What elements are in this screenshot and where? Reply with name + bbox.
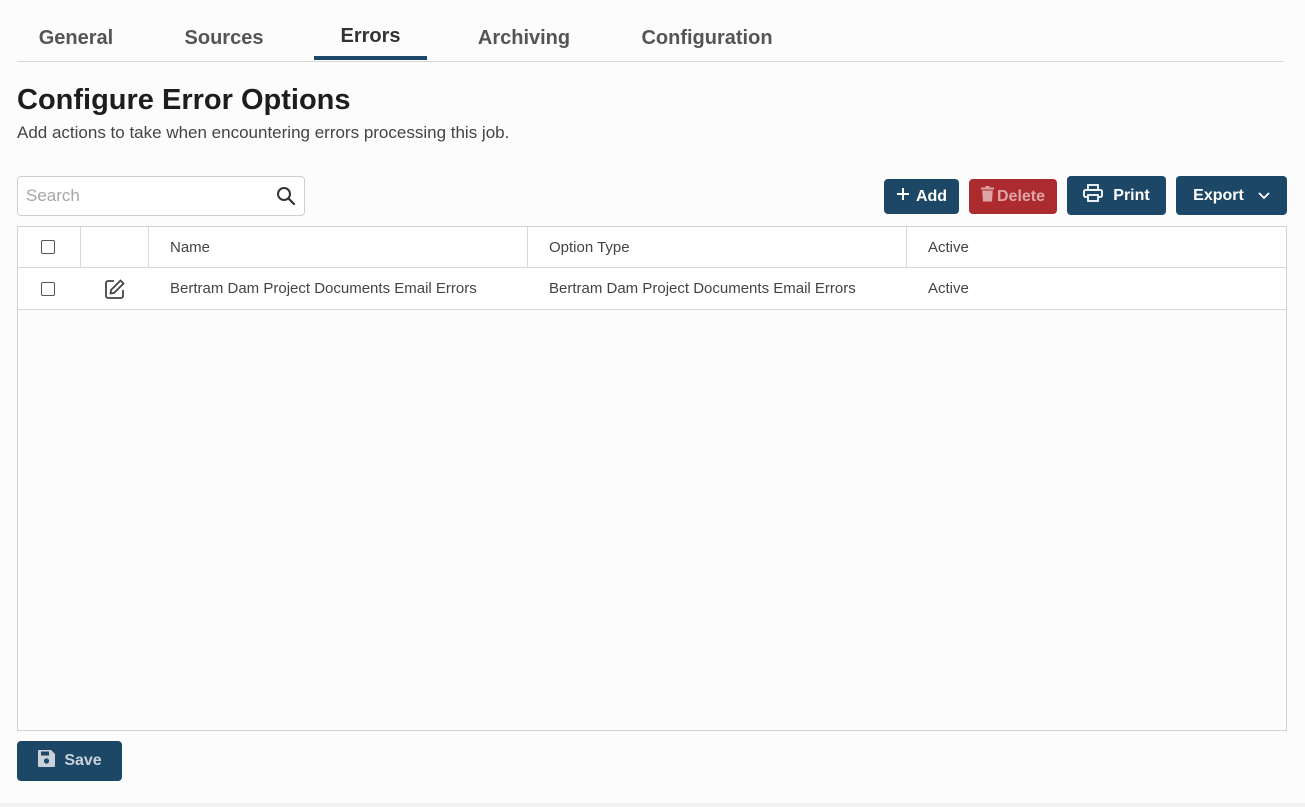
- tab-bar: General Sources Errors Archiving Configu…: [17, 14, 1284, 62]
- export-button[interactable]: Export: [1176, 176, 1287, 215]
- add-button[interactable]: Add: [884, 179, 959, 214]
- tab-configuration[interactable]: Configuration: [639, 24, 775, 61]
- row-checkbox[interactable]: [41, 281, 55, 296]
- error-options-table: Name Option Type Active Bertram Dam Proj…: [17, 226, 1287, 731]
- column-header-option-type[interactable]: Option Type: [549, 227, 630, 267]
- select-all-cell: [41, 227, 55, 267]
- page-title: Configure Error Options: [17, 84, 351, 116]
- export-label: Export: [1193, 186, 1244, 204]
- tab-sources[interactable]: Sources: [183, 24, 265, 61]
- row-active-status: Active: [928, 280, 969, 297]
- chevron-down-icon: [1258, 187, 1270, 205]
- edit-icon[interactable]: [104, 268, 126, 309]
- column-header-name[interactable]: Name: [170, 227, 210, 267]
- tab-errors[interactable]: Errors: [314, 22, 427, 60]
- trash-icon: [980, 186, 994, 207]
- save-label: Save: [64, 752, 102, 769]
- row-name: Bertram Dam Project Documents Email Erro…: [170, 280, 477, 297]
- table-header: Name Option Type Active: [18, 227, 1286, 268]
- save-button[interactable]: Save: [17, 741, 122, 781]
- add-label: Add: [915, 187, 948, 205]
- search-input[interactable]: [18, 177, 258, 215]
- plus-icon: [896, 187, 910, 206]
- page-subtitle: Add actions to take when encountering er…: [17, 123, 510, 142]
- delete-label: Delete: [996, 187, 1046, 205]
- search-icon[interactable]: [276, 186, 296, 211]
- tab-general[interactable]: General: [37, 24, 115, 61]
- printer-icon: [1083, 184, 1104, 207]
- tab-archiving[interactable]: Archiving: [477, 24, 571, 61]
- print-button[interactable]: Print: [1067, 176, 1166, 215]
- delete-button[interactable]: Delete: [969, 179, 1057, 214]
- select-all-checkbox[interactable]: [41, 240, 55, 254]
- bottom-divider: [0, 803, 1305, 807]
- row-select-cell: [41, 268, 55, 309]
- search-box: [17, 176, 305, 216]
- floppy-disk-icon: [37, 749, 56, 773]
- table-row[interactable]: Bertram Dam Project Documents Email Erro…: [18, 268, 1286, 310]
- row-option-type: Bertram Dam Project Documents Email Erro…: [549, 280, 856, 297]
- print-label: Print: [1113, 186, 1150, 204]
- column-header-active[interactable]: Active: [928, 227, 969, 267]
